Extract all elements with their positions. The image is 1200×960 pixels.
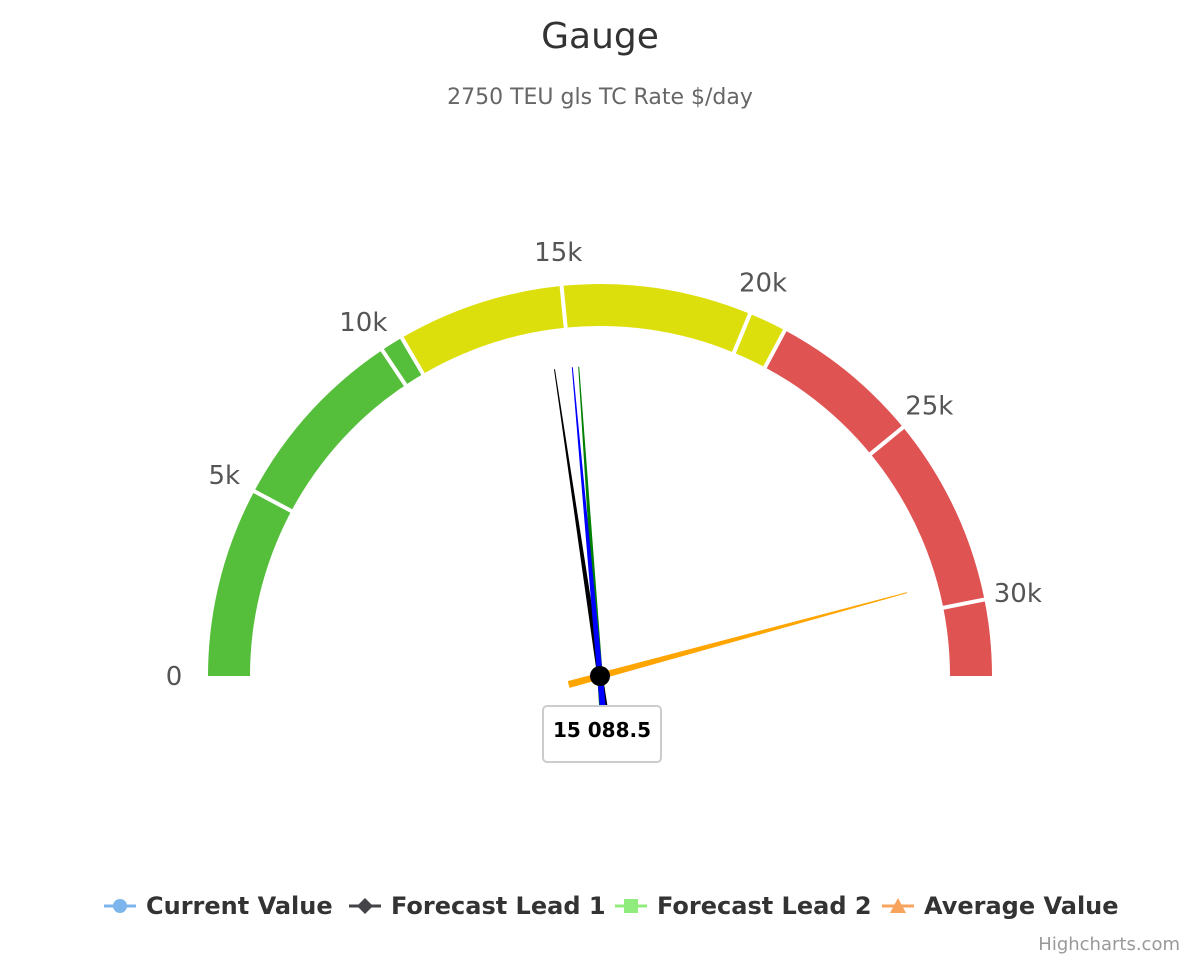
legend-item-forecast-lead-2[interactable]: Forecast Lead 2 (615, 892, 872, 920)
tick-label-5: 25k (905, 392, 953, 422)
gauge-band-1 (401, 284, 785, 375)
needle-current-value (571, 367, 606, 707)
legend-label-forecast-lead-2: Forecast Lead 2 (657, 892, 872, 920)
legend-item-forecast-lead-1[interactable]: Forecast Lead 1 (349, 892, 606, 920)
gauge-chart: Gauge 2750 TEU gls TC Rate $/day 0 5k 10k 1… (104, 16, 1180, 955)
tick-label-0: 0 (166, 662, 183, 692)
gauge-band-0 (208, 337, 424, 676)
tick-label-2: 10k (339, 308, 387, 338)
chart-title: Gauge (541, 16, 659, 57)
tick-label-1: 5k (208, 461, 240, 491)
tick-label-4: 20k (739, 268, 787, 298)
credits-link[interactable]: Highcharts.com (1038, 934, 1180, 955)
gauge-band-2 (764, 330, 992, 676)
data-label: 15 088.5 (553, 718, 651, 742)
legend: Current Value Forecast Lead 1 Forecast Lea… (104, 892, 1119, 920)
chart-subtitle: 2750 TEU gls TC Rate $/day (447, 85, 753, 110)
legend-marker-current-value (113, 899, 127, 913)
legend-item-average-value[interactable]: Average Value (882, 892, 1119, 920)
legend-label-current-value: Current Value (146, 892, 333, 920)
needle-average-value (567, 592, 908, 688)
legend-marker-forecast-lead-2 (624, 899, 638, 913)
legend-label-forecast-lead-1: Forecast Lead 1 (391, 892, 606, 920)
legend-label-average-value: Average Value (924, 892, 1119, 920)
gauge-bands (208, 284, 992, 676)
legend-marker-forecast-lead-1 (357, 898, 373, 914)
data-label-box: 15 088.5 (542, 705, 662, 763)
tick-label-3: 15k (534, 238, 582, 268)
gauge-pivot (590, 666, 610, 686)
legend-item-current-value[interactable]: Current Value (104, 892, 333, 920)
tick-label-6: 30k (994, 579, 1042, 609)
